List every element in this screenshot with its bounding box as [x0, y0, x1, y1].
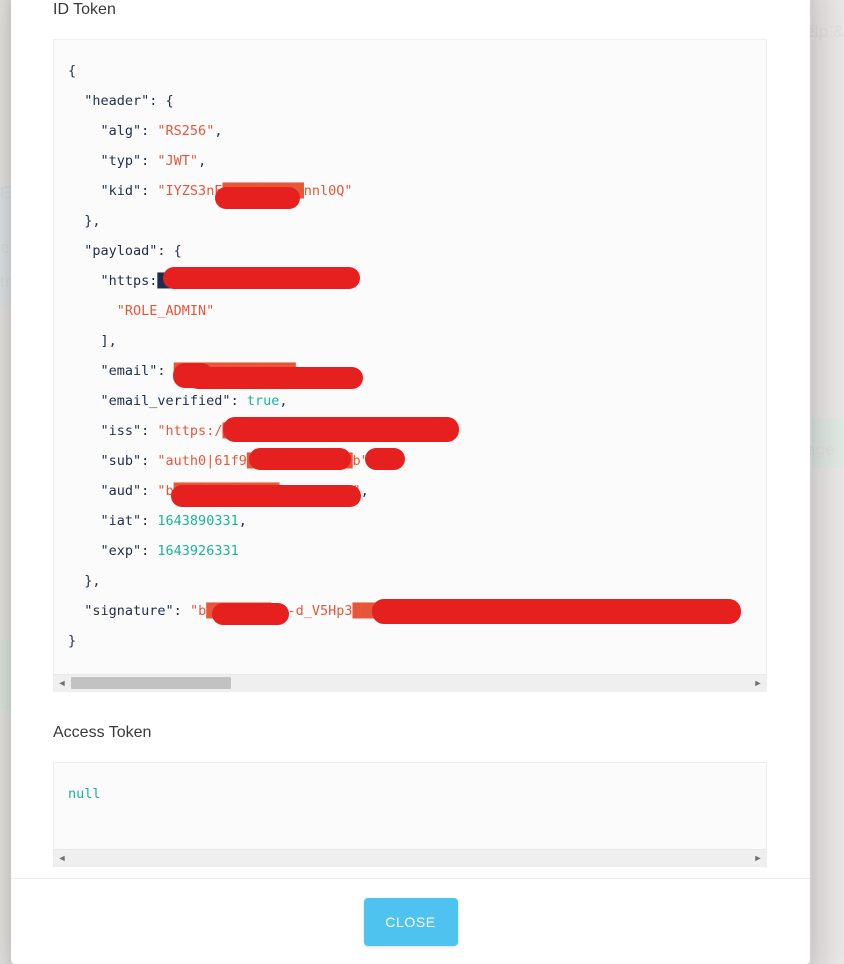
code-token-punc: {: [68, 63, 77, 79]
code-token-str: "b█████████████jwFnJdTj7": [157, 483, 361, 499]
code-token-str: "IYZS3nE██████████nnl0Q": [157, 183, 353, 199]
code-line: },: [68, 573, 101, 589]
backdrop-ghost-text: e: [0, 238, 10, 257]
code-token-punc: : {: [157, 243, 182, 259]
access-token-horizontal-scrollbar[interactable]: ◄ ►: [54, 849, 766, 866]
code-line: "exp": 1643926331: [68, 543, 239, 559]
code-token-punc: ,: [295, 363, 304, 379]
code-token-key: "kid": [100, 183, 142, 199]
code-token-punc: :: [141, 513, 158, 529]
code-token-str: ███████████████: [173, 363, 296, 379]
code-token-bool: true: [246, 393, 280, 409]
code-token-str: "https:/███████████████████": [157, 423, 385, 439]
code-line: "https:████████████████es": [: [68, 273, 337, 289]
backdrop-right-strip: [812, 0, 844, 964]
code-token-num: 1643890331: [157, 513, 239, 529]
backdrop-ghost-text: elp &: [805, 22, 844, 41]
code-token-punc: :: [141, 423, 158, 439]
code-token-punc: }: [68, 633, 77, 649]
code-token-key: "https:████████████████es": [100, 273, 312, 289]
close-button[interactable]: CLOSE: [363, 897, 458, 946]
code-line: "header": {: [68, 93, 174, 109]
code-token-null: null: [68, 786, 101, 802]
code-line: }: [68, 633, 76, 649]
code-line: "sub": "auth0|61f9████████6████b",: [68, 453, 377, 469]
access-token-code-block[interactable]: null ◄ ►: [53, 762, 767, 867]
code-token-str: "ROLE_ADMIN": [116, 303, 215, 319]
code-line: "payload": {: [68, 243, 182, 259]
dialog-actions: CLOSE: [11, 878, 810, 964]
backdrop-ghost-text: age: [806, 440, 835, 459]
code-token-punc: },: [84, 573, 101, 589]
id-token-code-text: { "header": { "alg": "RS256", "typ": "JW…: [54, 40, 766, 670]
code-token-punc: : [: [311, 273, 337, 289]
code-token-str: "JWT": [157, 153, 199, 169]
code-token-punc: :: [141, 483, 158, 499]
code-line: {: [68, 63, 76, 79]
dialog-content: ID Token{ "header": { "alg": "RS256", "t…: [11, 0, 810, 878]
code-token-key: "exp": [100, 543, 142, 559]
code-token-punc: ],: [100, 333, 117, 349]
code-token-punc: :: [141, 153, 158, 169]
access-token-code-text: null: [54, 763, 766, 823]
code-line: "iss": "https:/███████████████████",: [68, 423, 394, 439]
code-token-punc: ,: [385, 423, 394, 439]
code-token-punc: ,: [214, 123, 223, 139]
code-line: "kid": "IYZS3nE██████████nnl0Q": [68, 183, 353, 199]
scroll-left-arrow-icon[interactable]: ◄: [57, 678, 67, 688]
code-token-key: "header": [84, 93, 150, 109]
code-token-str: "auth0|61f9████████6████b": [157, 453, 369, 469]
id-token-horizontal-scrollbar[interactable]: ◄ ►: [54, 674, 766, 691]
code-token-punc: :: [141, 123, 158, 139]
code-token-punc: :: [157, 363, 174, 379]
code-token-key: "sub": [100, 453, 142, 469]
scroll-left-arrow-icon[interactable]: ◄: [57, 853, 67, 863]
code-line: "ROLE_ADMIN": [68, 303, 215, 319]
code-token-key: "alg": [100, 123, 142, 139]
code-line: "signature": "b████████sj-d_V5Hp3███████…: [68, 603, 604, 619]
code-line: ],: [68, 333, 117, 349]
code-token-key: "payload": [84, 243, 158, 259]
code-token-punc: :: [230, 393, 247, 409]
code-token-punc: ,: [279, 393, 288, 409]
code-token-punc: :: [141, 183, 158, 199]
code-line: "email": ███████████████,: [68, 363, 304, 379]
code-line: null: [68, 786, 101, 802]
code-token-punc: ,: [198, 153, 207, 169]
code-token-key: "iat": [100, 513, 142, 529]
code-line: "email_verified": true,: [68, 393, 288, 409]
code-token-key: "email": [100, 363, 158, 379]
code-line: "alg": "RS256",: [68, 123, 223, 139]
code-token-punc: ,: [368, 453, 377, 469]
code-token-punc: ,: [360, 483, 369, 499]
code-line: "typ": "JWT",: [68, 153, 207, 169]
code-token-key: "aud": [100, 483, 142, 499]
code-token-punc: :: [141, 543, 158, 559]
code-token-punc: : {: [149, 93, 174, 109]
code-token-key: "email_verified": [100, 393, 231, 409]
scrollbar-thumb[interactable]: [71, 677, 231, 689]
id-token-heading: ID Token: [53, 1, 116, 18]
code-token-punc: :: [173, 603, 190, 619]
scroll-right-arrow-icon[interactable]: ►: [753, 853, 763, 863]
token-details-dialog: ID Token{ "header": { "alg": "RS256", "t…: [11, 0, 810, 964]
code-token-str: "b████████sj-d_V5Hp3████████████████████…: [189, 603, 605, 619]
scroll-right-arrow-icon[interactable]: ►: [753, 678, 763, 688]
code-line: "aud": "b█████████████jwFnJdTj7",: [68, 483, 369, 499]
code-line: "iat": 1643890331,: [68, 513, 247, 529]
code-token-key: "signature": [84, 603, 174, 619]
code-token-punc: ,: [238, 513, 247, 529]
code-token-str: "RS256": [157, 123, 215, 139]
code-token-key: "typ": [100, 153, 142, 169]
access-token-heading: Access Token: [53, 724, 152, 741]
code-line: },: [68, 213, 101, 229]
code-token-punc: },: [84, 213, 101, 229]
id-token-code-block[interactable]: { "header": { "alg": "RS256", "typ": "JW…: [53, 39, 767, 692]
code-token-num: 1643926331: [157, 543, 239, 559]
code-token-key: "iss": [100, 423, 142, 439]
code-token-punc: :: [141, 453, 158, 469]
